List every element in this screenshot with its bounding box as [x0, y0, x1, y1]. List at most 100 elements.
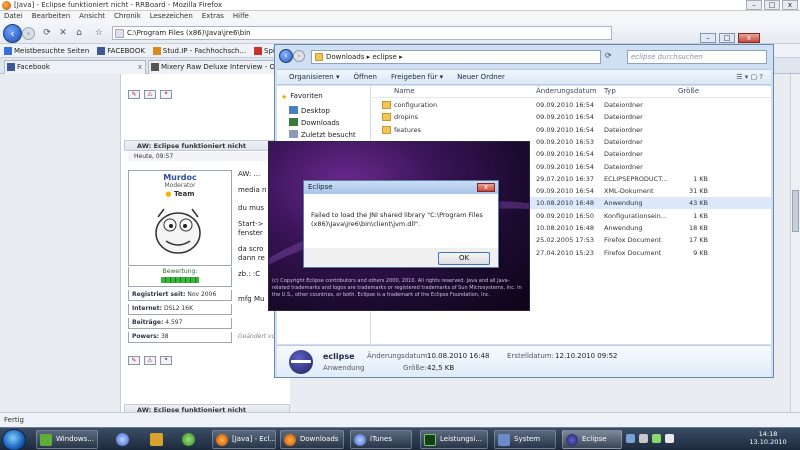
edit-post-button[interactable]: ✎: [128, 90, 140, 99]
menu-bookmarks[interactable]: Lesezeichen: [150, 11, 193, 22]
explorer-forward-button[interactable]: ›: [293, 50, 305, 62]
file-date: 29.07.2010 16:37: [536, 174, 595, 183]
splash-copyright: (c) Copyright Eclipse contributors and o…: [272, 278, 522, 298]
taskbar-pin-itunes[interactable]: [112, 430, 132, 449]
forward-button[interactable]: ›: [22, 27, 35, 40]
file-type: Dateiordner: [604, 101, 643, 109]
folder-icon: [382, 113, 391, 122]
tab-mixery[interactable]: Mixery Raw Deluxe Interview - Online ...: [148, 60, 276, 74]
bookmark-most-visited[interactable]: Meistbesuchte Seiten: [4, 46, 89, 55]
folder-icon: [40, 434, 52, 446]
menu-view[interactable]: Ansicht: [79, 11, 105, 22]
taskbar-pin-game[interactable]: [146, 430, 166, 449]
report-post-button[interactable]: ⚠: [144, 356, 156, 365]
minimize-button[interactable]: –: [746, 0, 762, 10]
nav-downloads[interactable]: Downloads: [289, 118, 339, 127]
bookmark-star-icon[interactable]: ☆: [92, 27, 106, 39]
ok-button[interactable]: OK: [438, 252, 490, 265]
home-icon[interactable]: ⌂: [72, 27, 86, 39]
nav-favorites[interactable]: ★ Favoriten: [281, 92, 323, 101]
explorer-maximize-button[interactable]: □: [719, 33, 735, 43]
error-dialog: Eclipse x Failed to load the JNI shared …: [303, 180, 499, 268]
refresh-icon[interactable]: ⟳: [605, 51, 612, 60]
quote-post-button[interactable]: ❝: [160, 90, 172, 99]
close-button[interactable]: x: [782, 0, 798, 10]
open-button[interactable]: Öffnen: [353, 73, 377, 81]
explorer-back-button[interactable]: ‹: [279, 49, 293, 63]
new-folder-button[interactable]: Neuer Ordner: [457, 73, 505, 81]
volume-icon[interactable]: [665, 434, 674, 443]
menu-history[interactable]: Chronik: [114, 11, 141, 22]
file-row[interactable]: configuration 09.09.2010 16:54 Dateiordner: [372, 99, 771, 111]
edit-post-button[interactable]: ✎: [128, 356, 140, 365]
details-size: 42,5 KB: [427, 364, 455, 372]
tab-facebook[interactable]: Facebook x: [4, 60, 146, 74]
menu-tools[interactable]: Extras: [202, 11, 224, 22]
taskbar-item-eclipse[interactable]: Eclipse: [562, 430, 622, 449]
close-tab-icon[interactable]: x: [138, 61, 142, 73]
details-kind: Anwendung: [323, 364, 365, 372]
file-name: dropins: [394, 113, 419, 122]
column-date[interactable]: Änderungsdatum: [536, 87, 597, 95]
taskbar-item-itunes[interactable]: iTunes: [350, 430, 412, 449]
taskbar-item-performance[interactable]: Leistungsi...: [420, 430, 488, 449]
view-options-icon[interactable]: ☰ ▾ ▢ ?: [736, 73, 763, 81]
star-icon: ★: [281, 93, 288, 101]
file-row[interactable]: dropins 09.09.2010 16:54 Dateiordner: [372, 111, 771, 123]
network-icon[interactable]: [652, 434, 661, 443]
username[interactable]: Murdoc: [129, 173, 231, 182]
menu-bar: Datei Bearbeiten Ansicht Chronik Lesezei…: [0, 11, 800, 22]
clock[interactable]: 14:18 13.10.2010: [744, 430, 792, 446]
start-button[interactable]: [2, 429, 26, 450]
taskbar-item-windows[interactable]: Windows...: [36, 430, 98, 449]
taskbar-item-firefox[interactable]: [Java] - Ecl...: [212, 430, 276, 449]
tray-icon[interactable]: [626, 434, 635, 443]
file-size: 9 KB: [693, 248, 708, 257]
column-type[interactable]: Typ: [604, 87, 616, 95]
explorer-search-input[interactable]: eclipse durchsuchen: [627, 50, 767, 64]
details-name: eclipse: [323, 352, 355, 361]
nav-recent[interactable]: Zuletzt besucht: [289, 130, 356, 139]
menu-edit[interactable]: Bearbeiten: [32, 11, 70, 22]
post-text-line: Start->: [238, 220, 264, 228]
icq-icon: [182, 433, 195, 446]
stop-icon[interactable]: ✕: [56, 27, 70, 39]
taskbar-item-downloads[interactable]: Downloads: [280, 430, 344, 449]
user-info-powers: Powers: 38: [128, 332, 232, 343]
eclipse-icon: [289, 350, 313, 374]
user-info-registered: Registriert seit: Nov 2006: [128, 290, 232, 301]
address-bar[interactable]: C:\Program Files (x86)\Java\jre6\bin: [112, 26, 612, 40]
taskbar-pin-icq[interactable]: [178, 430, 198, 449]
file-type: Anwendung: [604, 199, 643, 208]
tray-icon[interactable]: [639, 434, 648, 443]
file-row[interactable]: features 09.09.2010 16:54 Dateiordner: [372, 124, 771, 136]
reload-icon[interactable]: ⟳: [40, 27, 54, 39]
post-text-line: du mus: [238, 204, 265, 212]
column-name[interactable]: Name: [394, 87, 415, 95]
post-edited-note: Geändert von: [238, 333, 280, 340]
file-type: Dateiordner: [604, 125, 643, 134]
firefox-window-controls: – □ x: [746, 0, 798, 11]
menu-file[interactable]: Datei: [4, 11, 23, 22]
nav-desktop[interactable]: Desktop: [289, 106, 330, 115]
quote-post-button[interactable]: ❝: [160, 356, 172, 365]
share-button[interactable]: Freigeben für ▾: [391, 73, 443, 81]
menu-help[interactable]: Hilfe: [233, 11, 249, 22]
explorer-close-button[interactable]: x: [738, 33, 760, 43]
explorer-path-bar[interactable]: Downloads ▸ eclipse ▸: [311, 50, 601, 64]
user-role: Moderator: [164, 182, 196, 189]
dialog-close-button[interactable]: x: [477, 183, 495, 192]
organize-button[interactable]: Organisieren ▾: [289, 73, 339, 81]
file-type: ECLIPSEPRODUCT...: [604, 174, 668, 183]
bookmark-studip[interactable]: Stud.IP - Fachhochsch...: [152, 46, 246, 55]
maximize-button[interactable]: □: [764, 0, 780, 10]
bookmark-facebook[interactable]: FACEBOOK: [97, 46, 145, 55]
details-size-label: Größe:: [403, 364, 427, 372]
taskbar-item-system[interactable]: System: [494, 430, 556, 449]
scrollbar-thumb[interactable]: [792, 190, 799, 232]
page-scrollbar[interactable]: [790, 74, 800, 412]
explorer-minimize-button[interactable]: –: [700, 33, 716, 43]
report-post-button[interactable]: ⚠: [144, 90, 156, 99]
back-button[interactable]: ‹: [3, 24, 22, 43]
column-size[interactable]: Größe: [678, 87, 699, 95]
